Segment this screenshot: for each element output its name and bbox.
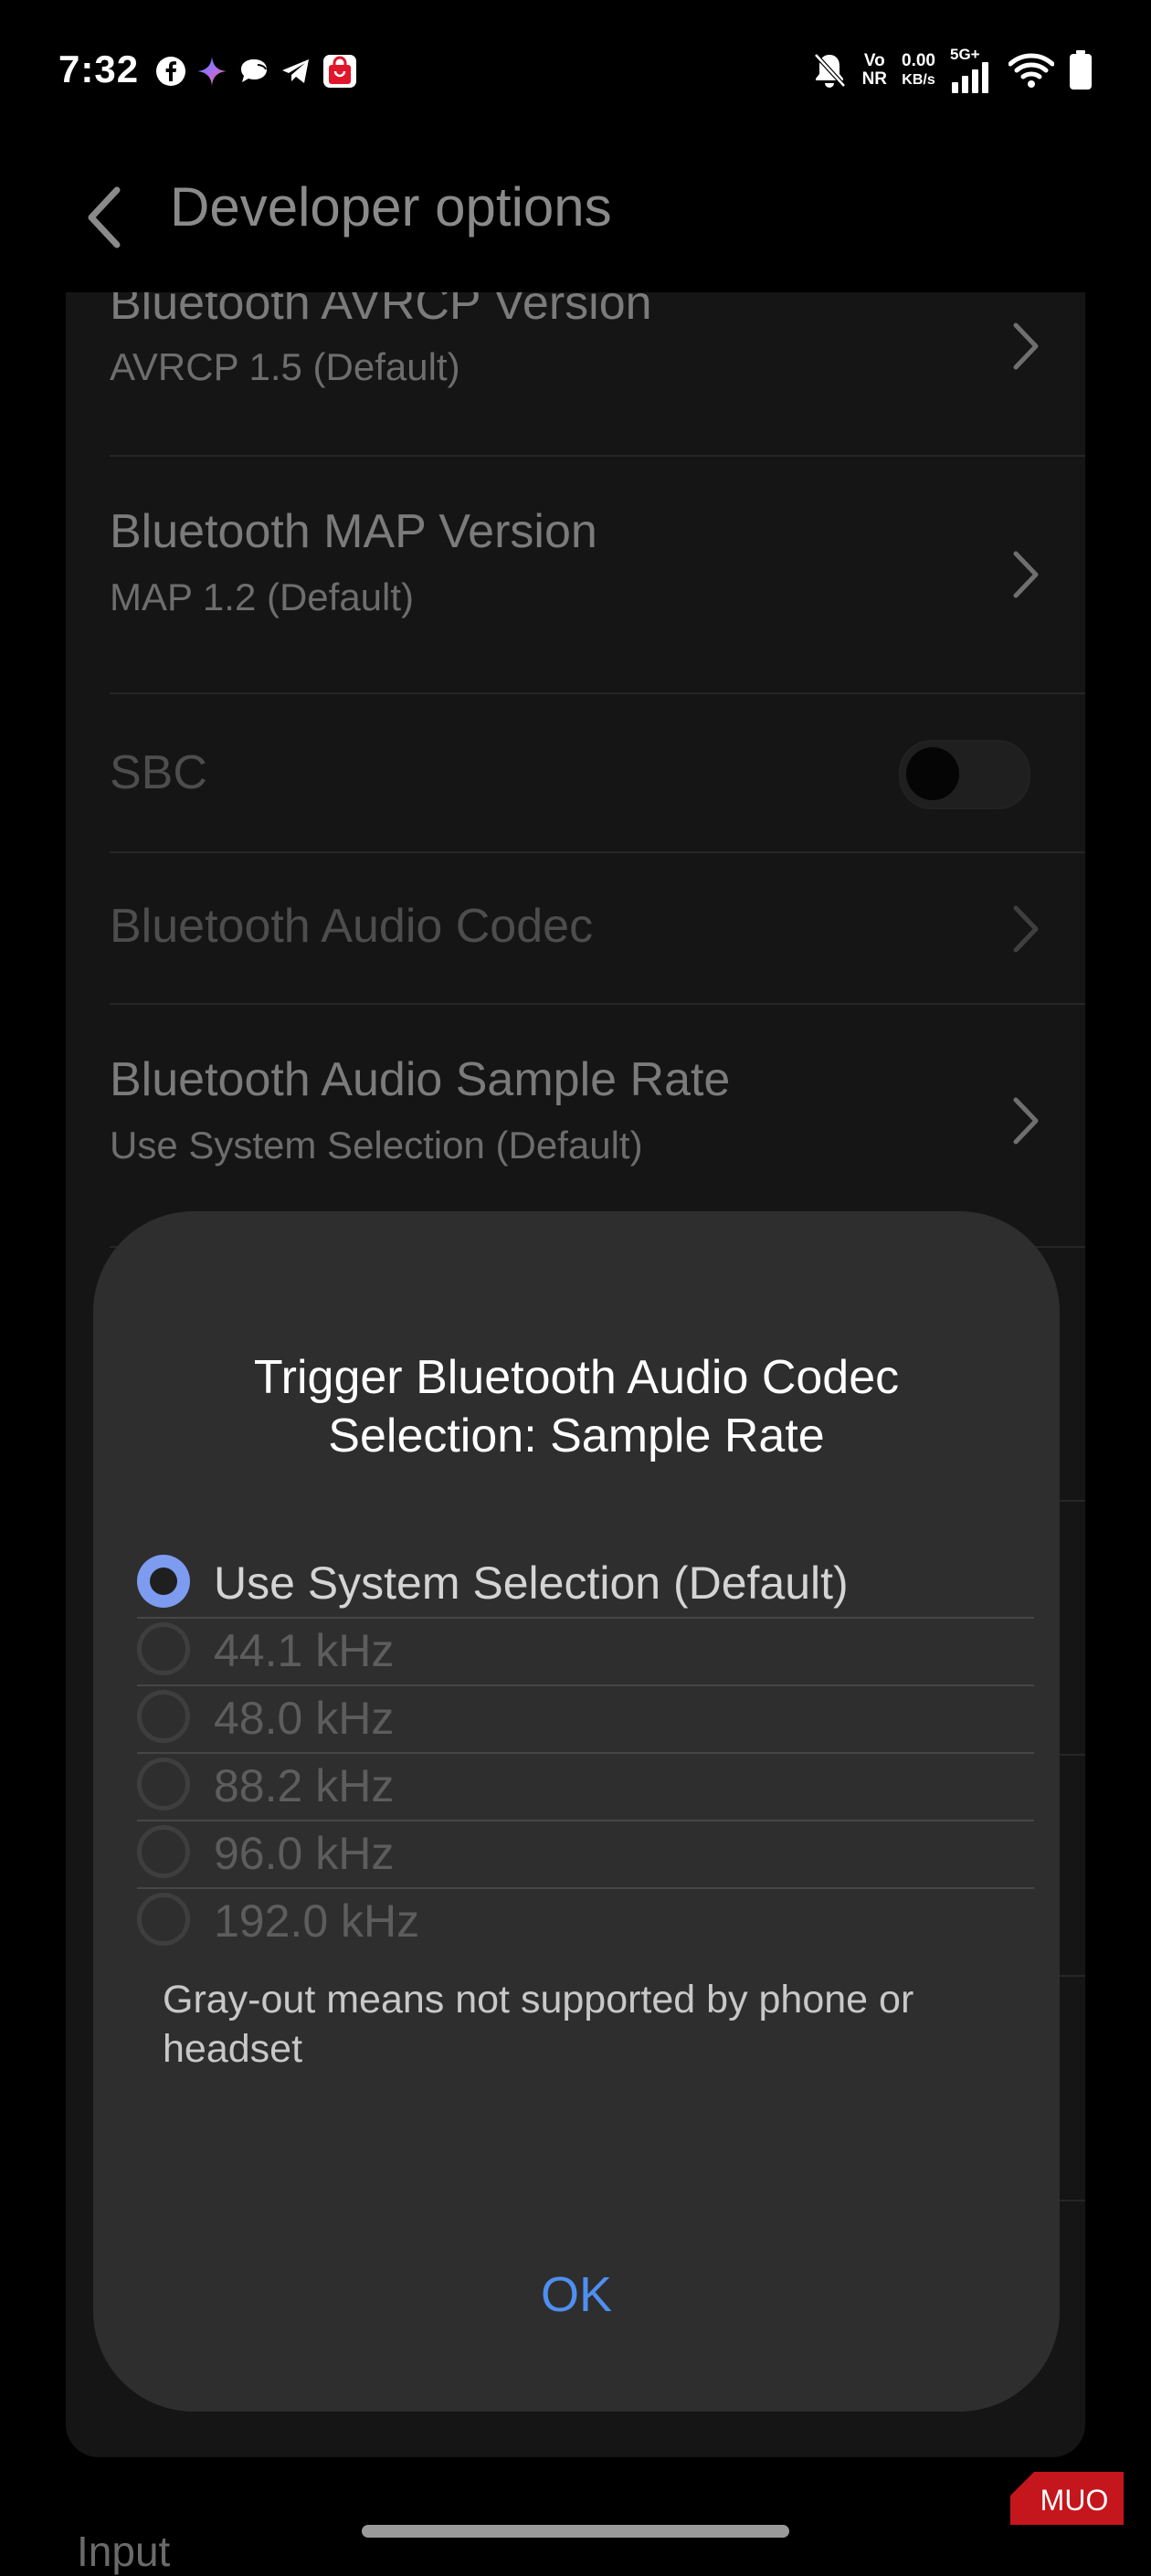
gesture-navigation-bar[interactable]	[362, 2525, 789, 2538]
setting-row-title: Bluetooth Audio Sample Rate	[110, 1053, 731, 1106]
chevron-right-icon	[1013, 1097, 1039, 1145]
option-192-0-khz: 192.0 kHz	[137, 1889, 1034, 1955]
dialog-title: Trigger Bluetooth Audio Codec Selection:…	[253, 1351, 900, 1462]
setting-row-title: SBC	[110, 746, 207, 799]
page-title: Developer options	[170, 176, 612, 238]
option-label: 192.0 kHz	[214, 1895, 420, 1947]
network-type-label: 5G+	[950, 46, 980, 63]
radio-button	[137, 1690, 190, 1743]
setting-row-subtitle: Use System Selection (Default)	[110, 1124, 643, 1167]
app-header: Developer options	[0, 146, 1151, 292]
option-48-0-khz: 48.0 kHz	[137, 1686, 1034, 1754]
radio-button	[137, 1758, 190, 1811]
network-speed-unit: KB/s	[902, 72, 935, 88]
back-arrow-icon[interactable]	[80, 181, 128, 254]
setting-row-subtitle: MAP 1.2 (Default)	[110, 575, 415, 618]
chevron-right-icon	[1013, 905, 1039, 953]
option-96-0-khz: 96.0 kHz	[137, 1821, 1034, 1889]
radio-button	[137, 1622, 190, 1675]
volte-indicator: Vo NR	[862, 52, 887, 89]
setting-row-title: Bluetooth Audio Codec	[110, 900, 594, 953]
option-label: 44.1 kHz	[214, 1625, 395, 1676]
muo-watermark-logo: MUO	[1010, 2472, 1124, 2525]
network-speed: 0.00 KB/s	[902, 51, 935, 90]
telegram-icon	[282, 59, 309, 83]
chevron-right-icon	[1013, 322, 1039, 370]
status-bar: 7:32 Vo NR 0.00 KB/s 5G+	[0, 0, 1151, 146]
battery-icon	[1070, 50, 1092, 90]
option-label: Use System Selection (Default)	[214, 1557, 849, 1609]
signal-bars-icon	[952, 62, 988, 93]
radio-button	[137, 1825, 190, 1878]
setting-row-sbc: SBC	[110, 694, 1085, 853]
radio-button-selected[interactable]	[137, 1555, 190, 1608]
status-time: 7:32	[58, 48, 140, 90]
bell-off-icon	[813, 53, 846, 88]
chat-bubble-icon	[241, 59, 267, 82]
option-label: 48.0 kHz	[214, 1693, 395, 1744]
chevron-right-icon	[1013, 551, 1039, 598]
sbc-toggle	[899, 740, 1030, 809]
option-label: 88.2 kHz	[214, 1760, 395, 1811]
option-use-system-selection[interactable]: Use System Selection (Default)	[137, 1551, 1034, 1619]
option-44-1-khz: 44.1 kHz	[137, 1619, 1034, 1686]
option-label: 96.0 kHz	[214, 1828, 395, 1879]
notification-icons	[155, 53, 358, 90]
setting-row-title: Bluetooth MAP Version	[110, 505, 597, 558]
setting-row-audio-codec: Bluetooth Audio Codec	[110, 853, 1085, 1005]
sparkle-icon	[197, 57, 227, 86]
dialog-note: Gray-out means not supported by phone or…	[163, 1978, 914, 2071]
sample-rate-options: Use System Selection (Default) 44.1 kHz …	[137, 1551, 1034, 1955]
setting-row-map-version[interactable]: Bluetooth MAP Version MAP 1.2 (Default)	[110, 457, 1085, 694]
section-header-input: Input	[77, 2528, 171, 2575]
toggle-knob	[906, 747, 959, 800]
volte-bottom-label: NR	[861, 69, 888, 89]
volte-top-label: Vo	[863, 51, 885, 70]
wifi-icon	[1008, 53, 1054, 88]
ok-button[interactable]: OK	[485, 2253, 668, 2335]
cellular-signal: 5G+	[950, 46, 994, 93]
radio-button	[137, 1893, 190, 1946]
setting-row-subtitle: AVRCP 1.5 (Default)	[110, 345, 460, 388]
option-88-2-khz: 88.2 kHz	[137, 1754, 1034, 1821]
facebook-icon	[156, 57, 185, 86]
network-speed-value: 0.00	[902, 51, 935, 70]
shopping-bag-icon	[323, 55, 356, 88]
watermark-text: MUO	[1040, 2484, 1109, 2517]
sample-rate-dialog: Trigger Bluetooth Audio Codec Selection:…	[93, 1211, 1060, 2412]
system-icons: Vo NR 0.00 KB/s 5G+	[811, 46, 1093, 93]
